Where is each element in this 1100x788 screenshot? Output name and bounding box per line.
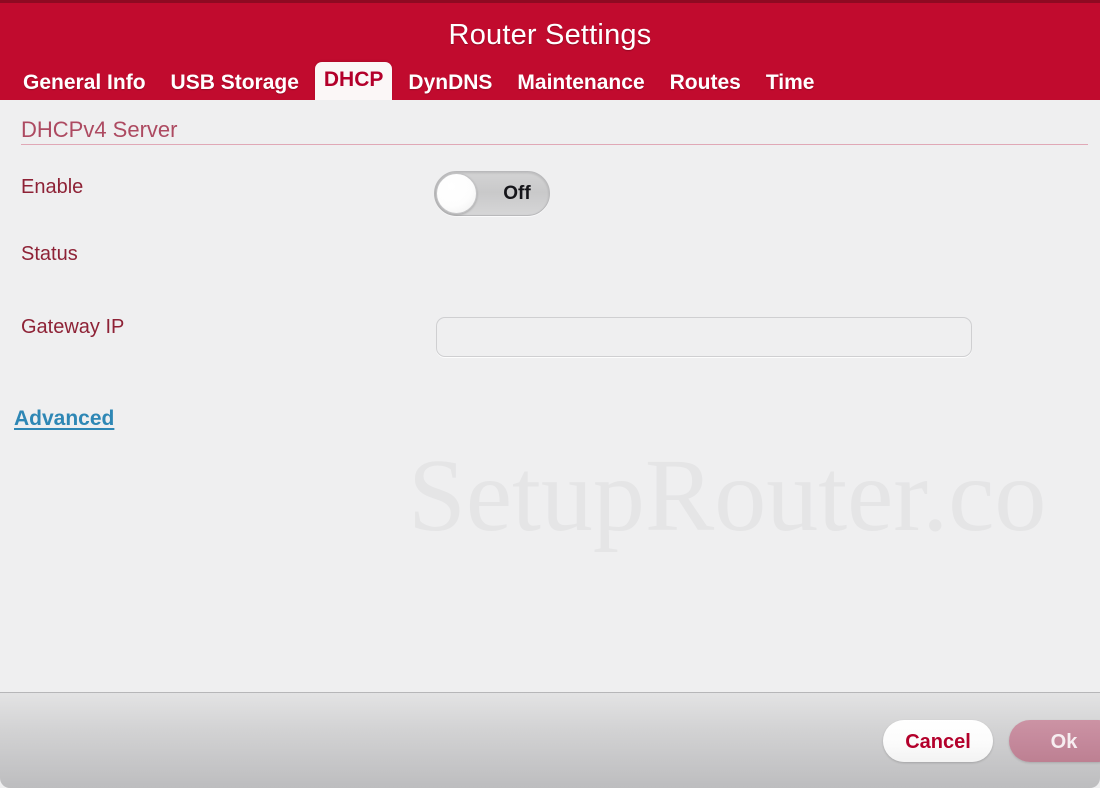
tab-time[interactable]: Time	[757, 66, 824, 100]
tab-routes[interactable]: Routes	[661, 66, 750, 100]
tab-dyndns[interactable]: DynDNS	[399, 66, 501, 100]
label-enable: Enable	[21, 176, 84, 198]
gateway-ip-input[interactable]	[436, 317, 972, 357]
tab-maintenance[interactable]: Maintenance	[508, 66, 653, 100]
tab-dhcp[interactable]: DHCP	[314, 62, 393, 100]
enable-toggle-switch[interactable]: Off	[434, 171, 550, 216]
watermark-text: SetupRouter.co	[408, 438, 1047, 553]
router-settings-window: Router Settings General Info USB Storage…	[0, 0, 1100, 788]
settings-content: SetupRouter.co DHCPv4 Server Enable Off …	[0, 100, 1100, 692]
label-status: Status	[21, 243, 78, 265]
section-heading-dhcpv4-server: DHCPv4 Server	[21, 117, 178, 142]
advanced-link[interactable]: Advanced	[14, 407, 114, 431]
toggle-state-label: Off	[503, 183, 531, 204]
tab-bar: General Info USB Storage DHCP DynDNS Mai…	[14, 62, 823, 100]
tab-general-info[interactable]: General Info	[14, 66, 155, 100]
cancel-button[interactable]: Cancel	[883, 720, 993, 762]
page-title: Router Settings	[448, 19, 652, 51]
window-header: Router Settings General Info USB Storage…	[0, 0, 1100, 100]
tab-usb-storage[interactable]: USB Storage	[162, 66, 308, 100]
section-divider	[21, 144, 1088, 145]
toggle-knob[interactable]	[436, 173, 477, 214]
label-gateway-ip: Gateway IP	[21, 316, 125, 338]
footer-bar: Cancel Ok	[0, 692, 1100, 788]
ok-button[interactable]: Ok	[1009, 720, 1100, 762]
